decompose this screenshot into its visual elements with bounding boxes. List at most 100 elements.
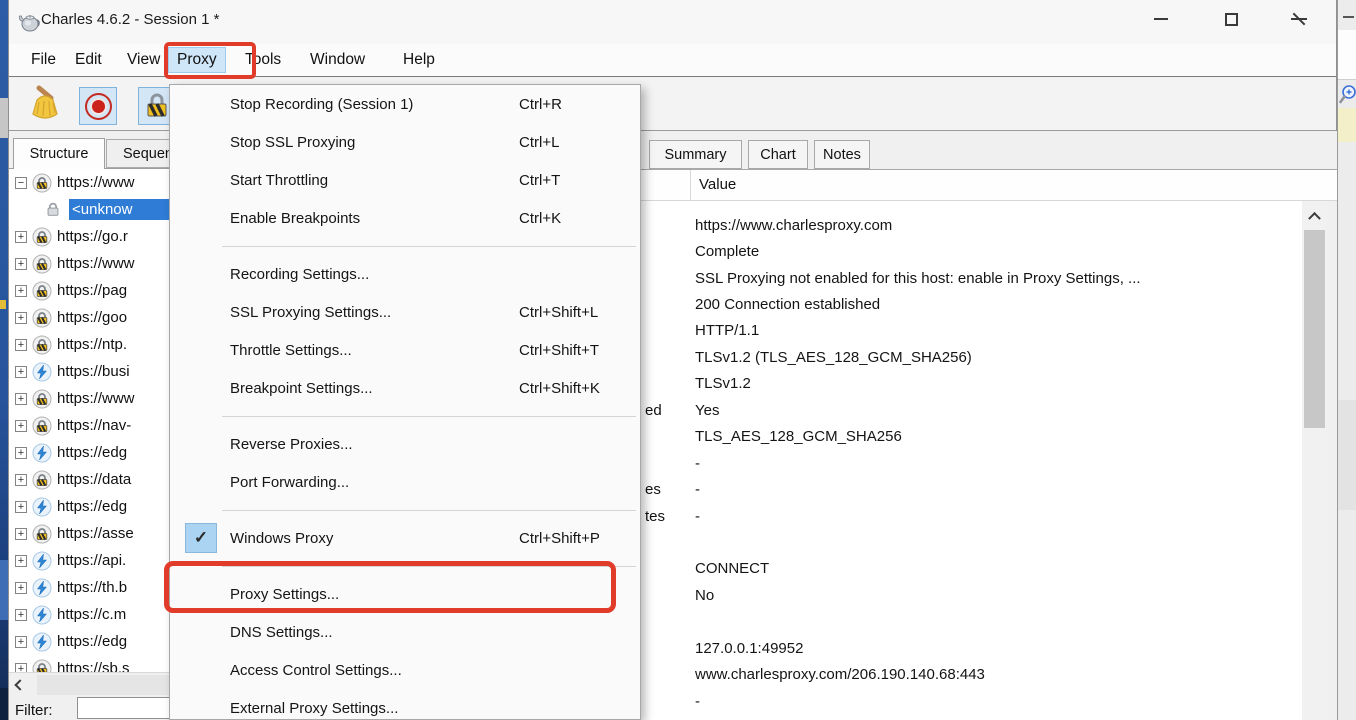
menu-item-start-throttling[interactable]: Start ThrottlingCtrl+T xyxy=(170,161,640,199)
summary-row: SSL Proxying not enabled for this host: … xyxy=(641,265,1302,291)
menu-item-windows-proxy[interactable]: ✓Windows ProxyCtrl+Shift+P xyxy=(170,519,640,557)
tree-row-label: https://edg xyxy=(57,498,127,515)
expand-icon[interactable]: + xyxy=(15,420,27,432)
charles-app-icon xyxy=(17,9,41,33)
tree-row-label: https://go.r xyxy=(57,228,128,245)
tree-row[interactable]: +https://www xyxy=(9,250,169,277)
tree-row[interactable]: +https://goo xyxy=(9,304,169,331)
scrollbar-track[interactable] xyxy=(37,675,169,695)
expand-icon[interactable]: + xyxy=(15,447,27,459)
expand-icon[interactable]: + xyxy=(15,555,27,567)
tree-row[interactable]: +https://edg xyxy=(9,439,169,466)
summary-value: 200 Connection established xyxy=(695,296,880,313)
expand-icon[interactable]: + xyxy=(15,231,27,243)
expand-icon[interactable]: + xyxy=(15,312,27,324)
scrollbar-thumb[interactable] xyxy=(1304,230,1325,428)
menu-item-throttle-settings[interactable]: Throttle Settings... Ctrl+Shift+T xyxy=(170,331,640,369)
value-column-header: Value xyxy=(699,176,736,193)
menu-item-enable-breakpoints[interactable]: Enable BreakpointsCtrl+K xyxy=(170,199,640,237)
menu-item-breakpoint-settings[interactable]: Breakpoint Settings...Ctrl+Shift+K xyxy=(170,369,640,407)
tab-structure[interactable]: Structure xyxy=(13,138,105,169)
tree-row[interactable]: +https://pag xyxy=(9,277,169,304)
summary-value: - xyxy=(695,481,700,498)
tree-row[interactable]: +https://data xyxy=(9,466,169,493)
menu-item-recording-settings[interactable]: Recording Settings... xyxy=(170,255,640,293)
tree-row[interactable]: + https://edg xyxy=(9,493,169,520)
menubar-item-window[interactable]: Window xyxy=(302,47,373,73)
tree-row[interactable]: +https://sb.s xyxy=(9,655,169,672)
expand-icon[interactable]: + xyxy=(15,285,27,297)
expand-icon[interactable]: + xyxy=(15,528,27,540)
summary-value: CONNECT xyxy=(695,560,769,577)
tab-chart[interactable]: Chart xyxy=(748,140,808,169)
tree-row[interactable]: +https://c.m xyxy=(9,601,169,628)
menu-item-shortcut: Ctrl+R xyxy=(519,96,562,113)
expand-icon[interactable]: + xyxy=(15,474,27,486)
menu-item-shortcut: Ctrl+Shift+T xyxy=(519,342,599,359)
tree-row[interactable]: +https://ntp. xyxy=(9,331,169,358)
expand-icon[interactable]: + xyxy=(15,393,27,405)
close-button[interactable] xyxy=(1277,4,1321,34)
tab-sequence[interactable]: Sequence xyxy=(106,139,169,168)
menu-item-dns-settings[interactable]: DNS Settings... xyxy=(170,613,640,651)
tab-summary[interactable]: Summary xyxy=(649,140,742,169)
expand-icon[interactable]: + xyxy=(15,501,27,513)
menu-item-label: Stop SSL Proxying xyxy=(230,134,355,151)
menubar-item-file[interactable]: File xyxy=(23,47,64,73)
summary-row xyxy=(641,609,1302,635)
filter-input[interactable] xyxy=(77,697,169,719)
summary-value: No xyxy=(695,587,714,604)
tree-row[interactable]: +https://asse xyxy=(9,520,169,547)
tree-row[interactable]: −https://www xyxy=(9,169,169,196)
menu-item-label: Enable Breakpoints xyxy=(230,210,360,227)
tree-row[interactable]: +https://api. xyxy=(9,547,169,574)
menu-item-access-control-settings[interactable]: Access Control Settings... xyxy=(170,651,640,689)
expand-icon[interactable]: + xyxy=(15,582,27,594)
menu-item-ssl-proxying-settings[interactable]: SSL Proxying Settings...Ctrl+Shift+L xyxy=(170,293,640,331)
menu-item-label: Windows Proxy xyxy=(230,530,333,547)
expand-icon[interactable]: + xyxy=(15,258,27,270)
menubar-item-help[interactable]: Help xyxy=(395,47,443,73)
expand-icon[interactable]: + xyxy=(15,366,27,378)
summary-value: TLSv1.2 (TLS_AES_128_GCM_SHA256) xyxy=(695,349,972,366)
menu-item-external-proxy-settings[interactable]: External Proxy Settings... xyxy=(170,689,640,720)
menu-item-shortcut: Ctrl+Shift+P xyxy=(519,530,600,547)
tree-row[interactable]: +https://th.b xyxy=(9,574,169,601)
tab-notes[interactable]: Notes xyxy=(814,140,870,169)
horizontal-scrollbar[interactable] xyxy=(9,672,169,696)
menubar-item-tools[interactable]: Tools xyxy=(237,47,289,73)
expand-icon[interactable]: + xyxy=(15,663,27,673)
tree-row[interactable]: +https://www xyxy=(9,385,169,412)
tree-row[interactable]: +https://edg xyxy=(9,628,169,655)
tree-row-selected[interactable]: <unknow xyxy=(9,196,169,223)
menu-item-label: SSL Proxying Settings... xyxy=(230,304,391,321)
menu-item-stop-recording-session-1[interactable]: Stop Recording (Session 1)Ctrl+R xyxy=(170,85,640,123)
tree-row[interactable]: +https://nav- xyxy=(9,412,169,439)
tree-row-label: https://busi xyxy=(57,363,130,380)
tree-row[interactable]: + https://go.r xyxy=(9,223,169,250)
menu-item-port-forwarding[interactable]: Port Forwarding... xyxy=(170,463,640,501)
menubar-item-view[interactable]: View xyxy=(119,47,168,73)
menubar-item-edit[interactable]: Edit xyxy=(67,47,110,73)
vertical-scrollbar[interactable] xyxy=(1302,201,1327,720)
ssl-lock-icon xyxy=(32,416,52,436)
collapse-icon[interactable]: − xyxy=(15,177,27,189)
record-button[interactable] xyxy=(79,87,117,125)
adjacent-window-detail xyxy=(1338,108,1356,142)
menu-item-label: Throttle Settings... xyxy=(230,342,352,359)
maximize-button[interactable] xyxy=(1209,4,1253,34)
menubar-item-proxy[interactable]: Proxy xyxy=(168,47,226,73)
expand-icon[interactable]: + xyxy=(15,609,27,621)
scroll-left-button[interactable] xyxy=(9,673,31,697)
menu-item-stop-ssl-proxying[interactable]: Stop SSL ProxyingCtrl+L xyxy=(170,123,640,161)
expand-icon[interactable]: + xyxy=(15,636,27,648)
minimize-button[interactable] xyxy=(1139,4,1183,34)
titlebar: Charles 4.6.2 - Session 1 * xyxy=(9,0,1336,44)
clear-session-broom-icon[interactable] xyxy=(27,84,65,124)
menu-item-reverse-proxies[interactable]: Reverse Proxies... xyxy=(170,425,640,463)
tree-row[interactable]: + https://busi xyxy=(9,358,169,385)
menu-item-proxy-settings[interactable]: Proxy Settings... xyxy=(170,575,640,613)
summary-row: edYes xyxy=(641,397,1302,423)
scroll-up-button[interactable] xyxy=(1302,201,1327,229)
expand-icon[interactable]: + xyxy=(15,339,27,351)
